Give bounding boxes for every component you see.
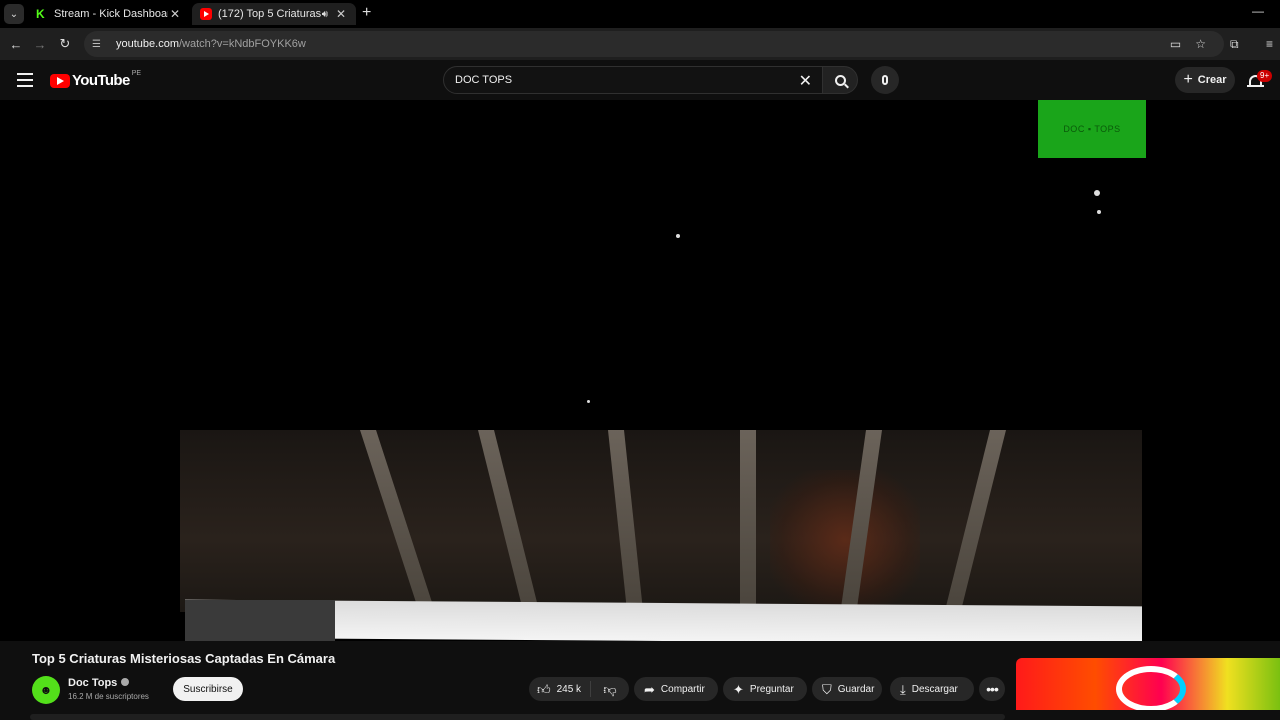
dislike-button[interactable]: 👎︎	[591, 683, 629, 696]
microphone-icon	[882, 75, 888, 85]
close-icon[interactable]: ✕	[334, 7, 348, 21]
tab-kick-dashboard[interactable]: K Stream - Kick Dashboard ✕	[28, 3, 190, 25]
menu-icon[interactable]	[17, 73, 33, 87]
forward-icon[interactable]: →	[30, 34, 50, 54]
create-label: Crear	[1197, 74, 1227, 86]
bookmark-star-icon[interactable]: ☆	[1195, 37, 1206, 51]
create-button[interactable]: + Crear	[1175, 67, 1235, 93]
description-box-edge	[30, 714, 1005, 720]
search-box: ✕	[443, 66, 825, 94]
more-actions-button[interactable]: •••	[979, 677, 1005, 701]
tab-youtube-video[interactable]: (172) Top 5 Criaturas Miste 🔊︎ ✕	[192, 3, 356, 25]
youtube-masthead: YouTube PE ✕ + Crear	[0, 60, 1280, 100]
tab-search-button[interactable]: ⌄	[4, 4, 24, 24]
logo-text: YouTube	[72, 72, 130, 89]
ask-label: Preguntar	[749, 683, 794, 695]
speaker-icon[interactable]: 🔊︎	[322, 9, 328, 20]
like-button[interactable]: 👍︎ 245 k	[529, 681, 591, 697]
channel-watermark[interactable]: DOC ▪ TOPS	[1038, 100, 1146, 158]
save-button[interactable]: ⛉ Guardar	[812, 677, 882, 701]
tab-title: Stream - Kick Dashboard	[54, 8, 168, 20]
recommended-video-thumbnail[interactable]	[1016, 658, 1280, 720]
thumbs-down-icon: 👎︎	[603, 681, 617, 697]
url-path: /watch?v=kNdbFOYKK6w	[178, 38, 306, 50]
youtube-play-icon	[50, 73, 70, 88]
youtube-icon	[200, 8, 212, 20]
search-input[interactable]	[455, 74, 785, 86]
verified-icon	[121, 678, 130, 687]
reload-icon[interactable]: ↻	[55, 34, 75, 54]
video-title: Top 5 Criaturas Misteriosas Captadas En …	[32, 651, 336, 666]
download-label: Descargar	[911, 683, 958, 695]
video-player[interactable]: DOC ▪ TOPS	[0, 100, 1280, 641]
plus-icon: +	[1183, 71, 1193, 88]
bookmark-icon: ⛉	[822, 681, 832, 697]
close-icon[interactable]: ✕	[168, 7, 182, 21]
search-icon	[834, 74, 846, 86]
share-button[interactable]: ➦ Compartir	[634, 677, 718, 701]
thumbs-up-icon: 👍︎	[537, 681, 551, 697]
clear-icon[interactable]: ✕	[799, 71, 812, 91]
sparkle-icon: ✦	[733, 681, 744, 697]
new-tab-button[interactable]: +	[362, 4, 371, 22]
country-code: PE	[131, 70, 142, 77]
download-button[interactable]: ⤓ Descargar	[890, 677, 974, 701]
like-count: 245 k	[556, 683, 582, 695]
like-dislike-group: 👍︎ 245 k 👎︎	[529, 677, 629, 701]
subscriber-count: 16.2 M de suscriptores	[68, 692, 149, 701]
search-button[interactable]	[822, 66, 858, 94]
more-icon: •••	[986, 681, 999, 697]
minimize-button[interactable]: —	[1252, 4, 1264, 18]
youtube-logo[interactable]: YouTube PE	[50, 70, 142, 89]
channel-avatar[interactable]: ☻	[32, 676, 60, 704]
browser-toolbar: ← → ↻ ☰ youtube.com/watch?v=kNdbFOYKK6w …	[0, 28, 1280, 60]
address-bar[interactable]: ☰ youtube.com/watch?v=kNdbFOYKK6w ▭ ☆	[84, 31, 1224, 57]
reading-list-icon[interactable]: ≡	[1266, 37, 1273, 51]
site-info-icon[interactable]: ☰	[92, 39, 106, 50]
back-icon[interactable]: ←	[6, 34, 26, 54]
channel-name: Doc Tops	[68, 677, 118, 689]
ask-button[interactable]: ✦ Preguntar	[723, 677, 807, 701]
subscribe-button[interactable]: Suscribirse	[173, 677, 243, 701]
tab-title: (172) Top 5 Criaturas Miste	[218, 8, 322, 20]
notifications-badge: 9+	[1257, 70, 1273, 82]
share-icon: ➦	[644, 681, 655, 697]
share-label: Compartir	[660, 683, 705, 695]
save-label: Guardar	[837, 683, 875, 695]
cast-icon[interactable]: ▭	[1170, 37, 1181, 51]
kick-icon: K	[36, 7, 45, 21]
browser-tab-strip: ⌄ K Stream - Kick Dashboard ✕ (172) Top …	[0, 0, 1280, 28]
channel-name-link[interactable]: Doc Tops	[68, 677, 130, 689]
voice-search-button[interactable]	[871, 66, 899, 94]
url-host: youtube.com	[116, 38, 179, 50]
download-icon: ⤓	[900, 681, 906, 697]
extensions-icon[interactable]: ⧉	[1230, 37, 1239, 52]
